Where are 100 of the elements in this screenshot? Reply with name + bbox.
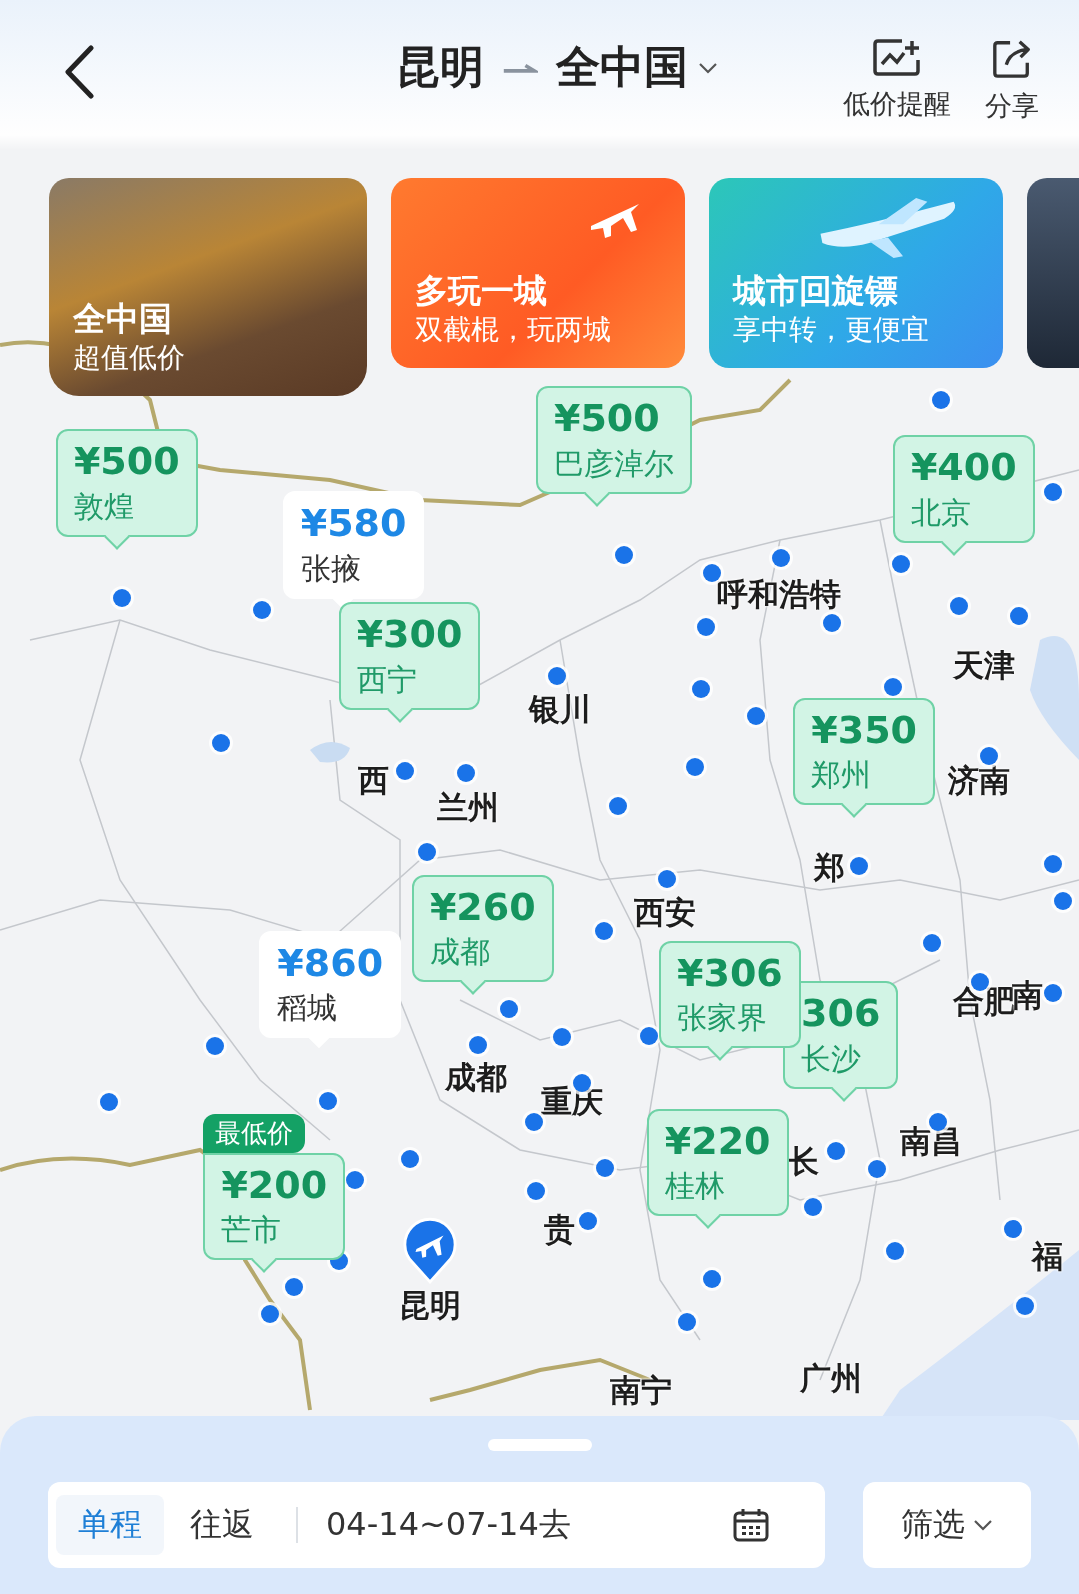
location-dot[interactable] [418, 843, 437, 862]
city-label: 福 [1032, 1238, 1064, 1273]
location-dot[interactable] [867, 1159, 886, 1178]
location-dot[interactable] [658, 869, 677, 888]
location-dot[interactable] [553, 1028, 572, 1047]
location-dot[interactable] [319, 1092, 338, 1111]
location-dot[interactable] [772, 549, 791, 568]
price-label: ¥300 [356, 612, 463, 658]
location-dot[interactable] [826, 1142, 845, 1161]
price-marker[interactable]: ¥400 北京 [892, 435, 1035, 543]
lake-area [310, 742, 350, 763]
location-dot[interactable] [979, 746, 998, 765]
location-dot[interactable] [524, 1112, 543, 1131]
location-dot[interactable] [746, 706, 765, 725]
location-dot[interactable] [931, 390, 950, 409]
location-dot[interactable] [113, 589, 132, 607]
city-label: 昆明 [399, 1288, 462, 1323]
location-dot[interactable] [1053, 892, 1072, 911]
trip-type-tab[interactable]: 往返 [168, 1495, 276, 1555]
location-dot[interactable] [702, 1270, 721, 1289]
location-dot[interactable] [691, 679, 710, 698]
location-dot[interactable] [892, 555, 911, 574]
location-dot[interactable] [615, 546, 634, 565]
city-name: 敦煌 [73, 488, 135, 525]
location-dot[interactable] [469, 1036, 487, 1055]
location-dot[interactable] [284, 1277, 303, 1296]
location-dot[interactable] [260, 1304, 279, 1323]
card-title: 全中国 [73, 298, 173, 340]
location-dot[interactable] [595, 921, 614, 940]
back-button[interactable] [62, 45, 96, 101]
city-name: 郑州 [811, 757, 873, 794]
price-marker[interactable]: ¥300 西宁 [338, 602, 481, 710]
city-label: 济南 [947, 762, 1010, 797]
price-marker[interactable]: ¥220 桂林 [646, 1108, 789, 1217]
location-dot[interactable] [400, 1150, 419, 1169]
location-dot[interactable] [1016, 1296, 1035, 1315]
location-dot[interactable] [526, 1181, 545, 1200]
location-dot[interactable] [950, 597, 968, 616]
city-name: 北京 [910, 494, 972, 531]
location-dot[interactable] [639, 1027, 658, 1046]
location-dot[interactable] [1043, 983, 1062, 1002]
price-marker[interactable]: ¥500 巴彦淖尔 [535, 386, 692, 495]
location-dot[interactable] [205, 1037, 224, 1056]
location-dot[interactable] [850, 857, 869, 876]
date-range[interactable]: 04-14~07-14去 [326, 1503, 733, 1547]
location-dot[interactable] [1010, 607, 1029, 626]
price-marker[interactable]: ¥500 敦煌 [55, 429, 198, 537]
city-name: 成都 [429, 934, 491, 971]
location-dot[interactable] [696, 618, 715, 637]
promo-card[interactable]: 城市回旋镖 享中转，更便宜 [709, 178, 1003, 368]
location-dot[interactable] [499, 999, 518, 1018]
filter-button[interactable]: 筛选 [863, 1482, 1031, 1568]
airport-pin-icon[interactable] [401, 1216, 460, 1285]
city-label: 郑 [813, 850, 845, 885]
action-label[interactable]: 分享 [985, 88, 1039, 124]
location-dot[interactable] [609, 797, 628, 816]
location-dot[interactable] [885, 1241, 904, 1260]
location-dot[interactable] [578, 1212, 597, 1231]
price-marker[interactable]: ¥580 张掖 [282, 491, 425, 599]
trip-type-tab[interactable]: 单程 [56, 1495, 164, 1555]
location-dot[interactable] [1043, 483, 1062, 502]
location-dot[interactable] [1043, 855, 1062, 874]
city-label: 长 [788, 1144, 820, 1179]
price-marker[interactable]: ¥200 芒市 [203, 1152, 346, 1261]
location-dot[interactable] [922, 933, 941, 952]
location-dot[interactable] [883, 678, 902, 697]
price-marker[interactable]: ¥260 成都 [411, 874, 554, 983]
destination-dropdown[interactable]: 全中国 [556, 38, 718, 97]
location-dot[interactable] [596, 1158, 615, 1177]
city-name: 长沙 [801, 1041, 863, 1077]
price-marker[interactable]: ¥350 郑州 [793, 697, 935, 806]
drag-handle[interactable] [487, 1439, 592, 1451]
caret-icon [973, 1519, 993, 1531]
card-subtitle: 享中转，更便宜 [733, 311, 930, 348]
promo-card[interactable]: 多玩一城 双截棍，玩两城 [391, 178, 685, 368]
location-dot[interactable] [803, 1198, 822, 1217]
location-dot[interactable] [456, 763, 475, 782]
city-name: 西宁 [356, 661, 418, 698]
price-marker[interactable]: ¥306 张家界 [659, 940, 801, 1049]
location-dot[interactable] [211, 734, 230, 753]
city-label: 成都 [445, 1059, 508, 1094]
location-dot[interactable] [678, 1313, 697, 1332]
location-dot[interactable] [685, 757, 704, 776]
location-dot[interactable] [1003, 1219, 1022, 1238]
card-title: 多玩一城 [415, 270, 548, 312]
location-dot[interactable] [395, 761, 414, 780]
calendar-icon[interactable] [733, 1508, 769, 1542]
location-dot[interactable] [253, 601, 272, 620]
price-marker[interactable]: ¥860 稻城 [259, 930, 402, 1039]
location-dot[interactable] [99, 1093, 118, 1112]
action-label[interactable]: 低价提醒 [843, 86, 951, 122]
location-dot[interactable] [548, 667, 567, 686]
price-label: ¥350 [811, 707, 917, 754]
price-label: ¥260 [429, 884, 536, 931]
location-dot[interactable] [822, 614, 841, 633]
city-name: 稻城 [277, 990, 339, 1027]
promo-card[interactable]: 全中国 超值低价 [49, 178, 367, 396]
location-dot[interactable] [345, 1170, 364, 1189]
city-label: 西安 [633, 894, 696, 930]
city-label: 天津 [952, 647, 1015, 682]
